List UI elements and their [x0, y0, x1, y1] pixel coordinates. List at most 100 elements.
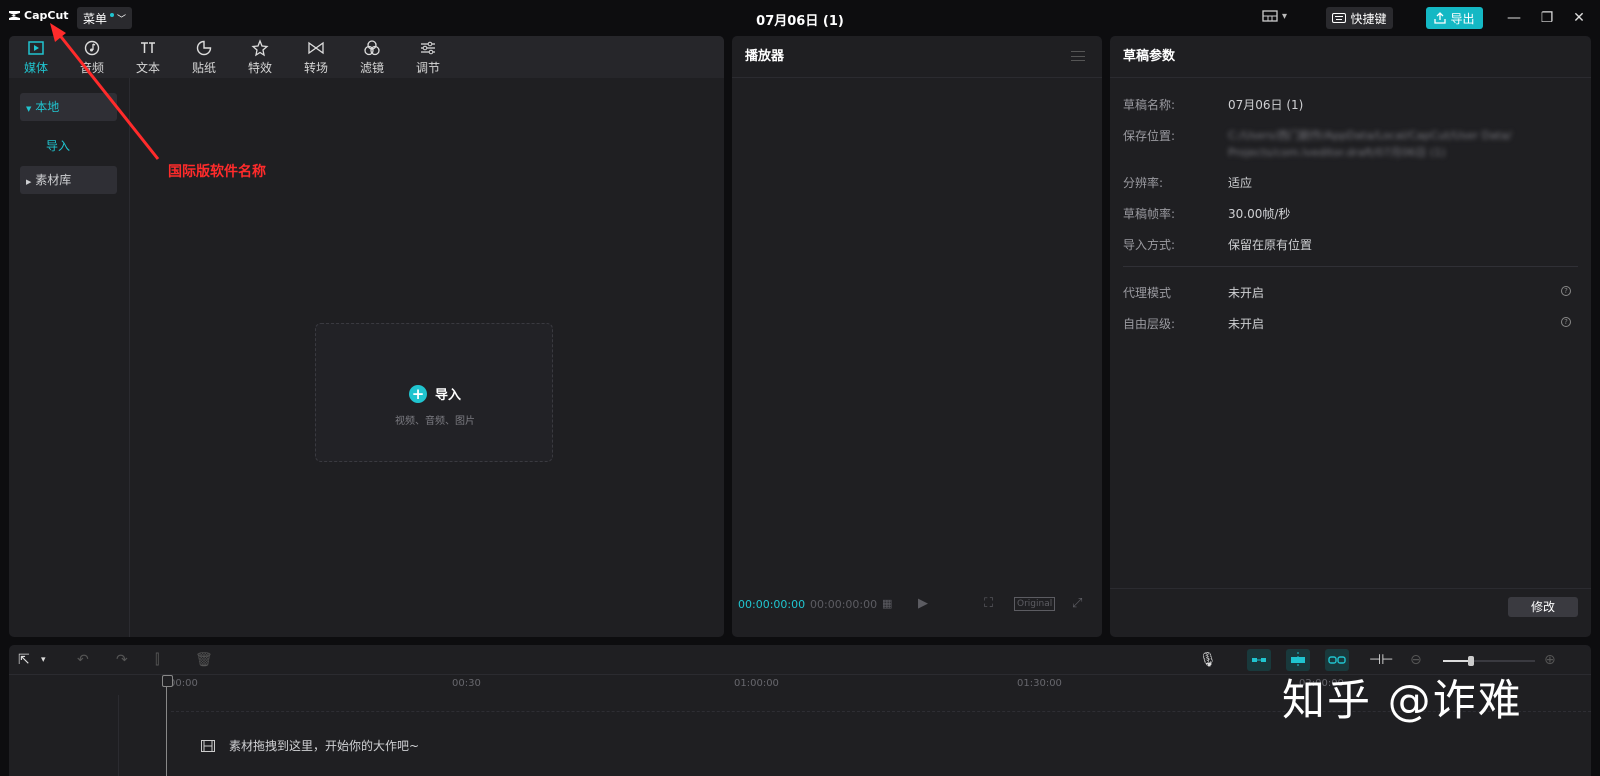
zoom-slider-handle[interactable]: [1467, 656, 1474, 666]
prop-label: 分辨率:: [1123, 176, 1164, 190]
magnet-link-icon: [1252, 658, 1266, 662]
select-cursor-icon[interactable]: ⇱: [18, 652, 30, 668]
chevron-down-icon[interactable]: ▾: [41, 655, 46, 665]
export-button[interactable]: 导出: [1426, 7, 1483, 29]
annotation-label: 国际版软件名称: [168, 164, 266, 180]
prop-value-blurred: C:/Users/西门剧作/AppData/Local/CapCut/User …: [1228, 129, 1512, 159]
film-icon: [201, 739, 215, 752]
timecode-format-icon[interactable]: ▦: [882, 597, 892, 610]
tab-filter[interactable]: 滤镜: [345, 38, 399, 76]
import-label: 导入: [434, 388, 461, 403]
player-controls: 00:00:00:00 00:00:00:00 ▦ ▶ ⛶ Original ⤢: [732, 592, 1102, 622]
prop-value: 未开启: [1228, 317, 1265, 331]
tab-adjust[interactable]: 调节: [401, 38, 455, 76]
tab-transition[interactable]: 转场: [289, 38, 343, 76]
audio-icon: [84, 40, 100, 56]
sidebar-item-library[interactable]: ▶ 素材库: [20, 166, 117, 194]
media-icon: [28, 41, 44, 55]
fullscreen-icon[interactable]: ⤢: [1072, 596, 1082, 611]
tab-text[interactable]: 文本: [121, 38, 175, 76]
tab-label: 转场: [303, 61, 328, 75]
props-footer: 修改: [1110, 588, 1591, 637]
player-title: 播放器: [732, 36, 1102, 78]
media-sidebar: ▼ 本地 导入 ▶ 素材库: [9, 78, 130, 637]
caret-down-icon: ▼: [26, 105, 32, 113]
menu-icon[interactable]: [1071, 51, 1085, 61]
prop-value: 适应: [1228, 176, 1253, 190]
title-bar: CapCut 菜单 ﹀ 07月06日 (1) ▾ 快捷键 导出 — ❐ ✕: [0, 0, 1600, 36]
prop-label: 导入方式:: [1123, 238, 1176, 252]
undo-icon[interactable]: ↶: [77, 652, 89, 668]
tab-label: 媒体: [23, 61, 48, 75]
play-icon[interactable]: ▶: [918, 596, 928, 611]
layout-button[interactable]: ▾: [1262, 10, 1287, 22]
media-tab-bar: 媒体 音频 文本 贴纸 特效 转场 滤镜 调节: [9, 36, 724, 78]
tab-audio[interactable]: 音频: [65, 38, 119, 76]
menu-label: 菜单: [82, 11, 107, 26]
caret-right-icon: ▶: [26, 178, 32, 186]
original-ratio-button[interactable]: Original: [1014, 597, 1056, 611]
zoom-in-icon[interactable]: ⊕: [1544, 652, 1556, 668]
help-icon[interactable]: ?: [1561, 317, 1571, 327]
chevron-down-icon: ﹀: [117, 14, 127, 25]
prop-label: 草稿帧率:: [1123, 207, 1176, 221]
tab-label: 音频: [79, 61, 104, 75]
filter-icon: [364, 40, 380, 56]
player-title-text: 播放器: [745, 49, 785, 64]
media-panel: 媒体 音频 文本 贴纸 特效 转场 滤镜 调节 ▼ 本地 导入 ▶ 素材库 + …: [9, 36, 724, 637]
layout-icon: [1262, 10, 1278, 22]
keyboard-icon: [1332, 13, 1347, 23]
prop-label: 草稿名称:: [1123, 98, 1176, 112]
close-icon[interactable]: ✕: [1570, 9, 1588, 27]
tab-media[interactable]: 媒体: [9, 38, 63, 76]
modify-button[interactable]: 修改: [1508, 597, 1578, 617]
prop-value: 30.00帧/秒: [1228, 207, 1291, 221]
main-track-magnet-toggle[interactable]: [1247, 649, 1271, 671]
tab-label: 滤镜: [359, 61, 384, 75]
tab-label: 文本: [135, 61, 160, 75]
delete-icon[interactable]: 🗑: [195, 652, 213, 668]
import-action[interactable]: + 导入: [316, 384, 554, 403]
effects-icon: [251, 39, 269, 57]
tab-label: 贴纸: [191, 61, 216, 75]
prop-value: 未开启: [1228, 286, 1265, 300]
playhead[interactable]: [162, 675, 173, 776]
screenshot-icon[interactable]: ⛶: [984, 596, 993, 611]
draft-props-panel: 草稿参数 草稿名称: 07月06日 (1) 保存位置: C:/Users/西门剧…: [1110, 36, 1591, 637]
tab-label: 调节: [415, 61, 440, 75]
shortcut-button[interactable]: 快捷键: [1326, 7, 1393, 29]
tab-effects[interactable]: 特效: [233, 38, 287, 76]
import-dropzone[interactable]: + 导入 视频、音频、图片: [315, 323, 553, 462]
player-panel: 播放器 00:00:00:00 00:00:00:00 ▦ ▶ ⛶ Origin…: [732, 36, 1102, 637]
minimize-icon[interactable]: —: [1505, 9, 1523, 27]
prop-value: 保留在原有位置: [1228, 238, 1313, 252]
watermark: 知乎 @诈难: [1282, 676, 1523, 726]
tab-sticker[interactable]: 贴纸: [177, 38, 231, 76]
redo-icon[interactable]: ↷: [116, 652, 128, 668]
split-icon[interactable]: ⫿: [155, 652, 159, 668]
total-timecode: 00:00:00:00: [810, 598, 878, 611]
menu-notification-dot: [110, 13, 114, 17]
sticker-icon: [196, 40, 212, 56]
logo-text: CapCut: [24, 9, 69, 22]
props-title: 草稿参数: [1110, 36, 1591, 78]
export-label: 导出: [1450, 11, 1475, 26]
restore-icon[interactable]: ❐: [1538, 9, 1556, 27]
ruler-tick: 00:30: [452, 678, 481, 689]
plus-icon: +: [408, 384, 427, 403]
microphone-icon[interactable]: 🎙: [1199, 652, 1217, 668]
zoom-slider-fill: [1443, 660, 1471, 662]
adjust-icon: [421, 41, 435, 55]
zoom-slider[interactable]: [1443, 656, 1535, 666]
help-icon[interactable]: ?: [1561, 286, 1571, 296]
track-header: [9, 695, 119, 776]
sidebar-item-local[interactable]: ▼ 本地: [20, 93, 117, 121]
menu-button[interactable]: 菜单 ﹀: [77, 7, 132, 29]
sidebar-item-label: 素材库: [35, 173, 72, 187]
drop-hint: 素材拖拽到这里，开始你的大作吧~: [201, 737, 419, 754]
transition-icon: [308, 41, 324, 55]
prop-value: 07月06日 (1): [1228, 98, 1304, 112]
sidebar-item-import[interactable]: 导入: [46, 137, 70, 154]
prop-label: 保存位置:: [1123, 129, 1176, 143]
current-timecode: 00:00:00:00: [738, 598, 806, 611]
